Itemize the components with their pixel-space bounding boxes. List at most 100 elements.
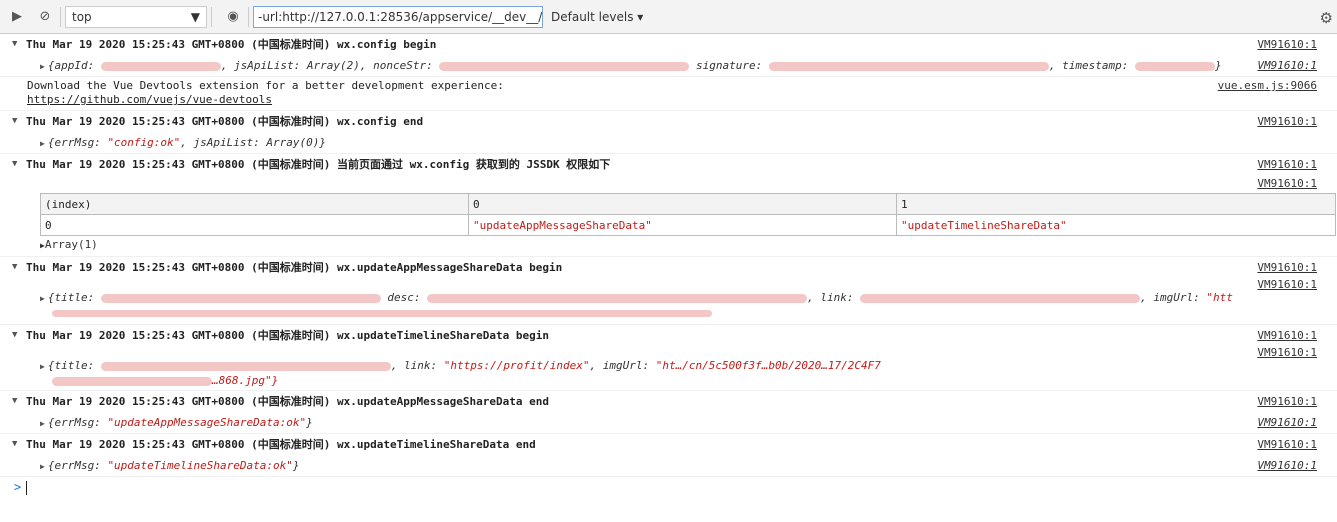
object-key: {title:	[47, 359, 101, 372]
object-preview: }	[292, 459, 300, 472]
source-link[interactable]: vue.esm.js:9066	[1218, 79, 1317, 93]
log-group-header[interactable]: ▼ Thu Mar 19 2020 15:25:43 GMT+0800 (中国标准…	[12, 325, 1337, 346]
redacted	[100, 61, 221, 71]
log-text: wx.config end	[337, 115, 424, 128]
log-group-header[interactable]: ▼ Thu Mar 19 2020 15:25:43 GMT+0800 (中国标准…	[12, 154, 1337, 175]
redacted	[100, 361, 391, 371]
object-value: "updateAppMessageShareData:ok"	[107, 416, 307, 429]
expand-icon[interactable]: ▶	[40, 419, 45, 428]
collapse-icon[interactable]: ▼	[12, 111, 26, 132]
levels-dropdown[interactable]: Default levels ▾	[551, 10, 643, 24]
log-object[interactable]: ▶ {title: desc: , link: , imgUrl: "htt	[12, 290, 1337, 306]
source-link[interactable]: VM91610:1	[1257, 177, 1317, 190]
log-timestamp: Thu Mar 19 2020 15:25:43 GMT+0800 (中国标准时…	[26, 395, 331, 408]
log-group-header[interactable]: ▼ Thu Mar 19 2020 15:25:43 GMT+0800 (中国标准…	[12, 434, 1337, 455]
object-key: desc:	[380, 291, 428, 304]
vue-devtools-link[interactable]: https://github.com/vuejs/vue-devtools	[27, 93, 1337, 107]
source-link[interactable]: VM91610:1	[1257, 55, 1317, 76]
redacted	[860, 293, 1141, 303]
table-row: 0 "updateAppMessageShareData" "updateTim…	[40, 214, 1336, 236]
log-object[interactable]: ▶ {errMsg: "config:ok", jsApiList: Array(…	[12, 132, 1337, 153]
object-key: {title:	[47, 291, 101, 304]
object-key: , link:	[807, 291, 861, 304]
redacted	[100, 293, 381, 303]
log-message: ▼ Thu Mar 19 2020 15:25:43 GMT+0800 (中国标准…	[0, 34, 1337, 77]
source-link[interactable]: VM91610:1	[1257, 434, 1317, 455]
log-message: ▼ Thu Mar 19 2020 15:25:43 GMT+0800 (中国标准…	[0, 111, 1337, 154]
object-key: , imgUrl:	[1140, 291, 1207, 304]
array-label: Array(1)	[44, 238, 98, 251]
log-timestamp: Thu Mar 19 2020 15:25:43 GMT+0800 (中国标准时…	[26, 115, 331, 128]
source-link[interactable]: VM91610:1	[1257, 391, 1317, 412]
filter-input[interactable]: -url:http://127.0.0.1:28536/appservice/_…	[253, 5, 543, 28]
table-cell: 0	[40, 214, 469, 236]
expand-icon[interactable]: ▶	[40, 62, 45, 71]
collapse-icon[interactable]: ▼	[12, 154, 26, 175]
object-preview: }	[1214, 59, 1222, 72]
chevron-down-icon: ▼	[190, 9, 200, 24]
table-cell: "updateTimelineShareData"	[896, 214, 1336, 236]
redacted	[52, 376, 212, 386]
console-log: ▼ Thu Mar 19 2020 15:25:43 GMT+0800 (中国标准…	[0, 34, 1337, 499]
log-group-header[interactable]: ▼ Thu Mar 19 2020 15:25:43 GMT+0800 (中国标准…	[12, 257, 1337, 278]
object-value: …868.jpg"}	[212, 374, 279, 387]
log-message: ▼ Thu Mar 19 2020 15:25:43 GMT+0800 (中国标准…	[0, 325, 1337, 391]
sidebar-icon[interactable]: ▶	[6, 6, 28, 28]
log-timestamp: Thu Mar 19 2020 15:25:43 GMT+0800 (中国标准时…	[26, 158, 331, 171]
log-message: ▼ Thu Mar 19 2020 15:25:43 GMT+0800 (中国标准…	[0, 154, 1337, 257]
log-group-header[interactable]: ▼ Thu Mar 19 2020 15:25:43 GMT+0800 (中国标准…	[12, 111, 1337, 132]
log-message: Download the Vue Devtools extension for …	[0, 77, 1337, 111]
collapse-icon[interactable]: ▼	[12, 257, 26, 278]
expand-icon[interactable]: ▶	[40, 139, 45, 148]
object-source-row: VM91610:1	[12, 346, 1337, 359]
log-object[interactable]: ▶ {appId: , jsApiList: Array(2), nonceStr…	[12, 55, 1337, 76]
clear-icon[interactable]: ⊘	[34, 6, 56, 28]
toolbar-divider	[248, 6, 249, 27]
context-select[interactable]: top ▼	[65, 5, 207, 28]
console-prompt[interactable]: >	[0, 477, 1337, 499]
log-text: wx.updateAppMessageShareData begin	[337, 261, 563, 274]
log-text: wx.updateAppMessageShareData end	[337, 395, 549, 408]
collapse-icon[interactable]: ▼	[12, 325, 26, 346]
table-header[interactable]: (index)	[40, 193, 469, 215]
object-preview: , jsApiList: Array(2), nonceStr:	[220, 59, 440, 72]
source-link[interactable]: VM91610:1	[1257, 325, 1317, 346]
toolbar-divider	[60, 6, 61, 27]
table-header[interactable]: 0	[468, 193, 897, 215]
eye-icon[interactable]: ◉	[222, 6, 244, 28]
log-group-header[interactable]: ▼ Thu Mar 19 2020 15:25:43 GMT+0800 (中国标准…	[12, 34, 1337, 55]
source-link[interactable]: VM91610:1	[1257, 455, 1317, 476]
object-key: {errMsg:	[47, 136, 108, 149]
object-source-row: VM91610:1	[12, 278, 1337, 291]
source-link[interactable]: VM91610:1	[1257, 412, 1317, 433]
collapse-icon[interactable]: ▼	[12, 391, 26, 412]
source-link[interactable]: VM91610:1	[1257, 154, 1317, 175]
log-text: 当前页面通过 wx.config 获取到的 JSSDK 权限如下	[337, 158, 611, 171]
object-key: , imgUrl:	[589, 359, 656, 372]
expand-icon[interactable]: ▶	[40, 462, 45, 471]
object-value: "updateTimelineShareData:ok"	[107, 459, 293, 472]
console-table: (index) 0 1 0 "updateAppMessageShareData…	[40, 193, 1336, 236]
collapse-icon[interactable]: ▼	[12, 34, 26, 55]
log-object[interactable]: ▶ {errMsg: "updateAppMessageShareData:ok"…	[12, 412, 1337, 433]
expand-icon[interactable]: ▶	[40, 294, 45, 303]
collapse-icon[interactable]: ▼	[12, 434, 26, 455]
object-preview: , timestamp:	[1048, 59, 1135, 72]
expand-icon[interactable]: ▶	[40, 362, 45, 371]
log-group-header[interactable]: ▼ Thu Mar 19 2020 15:25:43 GMT+0800 (中国标准…	[12, 391, 1337, 412]
table-source-row: VM91610:1	[12, 175, 1337, 193]
log-object[interactable]: ▶ {errMsg: "updateTimelineShareData:ok"} V…	[12, 455, 1337, 476]
settings-icon[interactable]: ⚙	[1320, 9, 1333, 27]
prompt-caret-icon: >	[14, 480, 22, 494]
object-value: "https://profit/index"	[443, 359, 590, 372]
table-header[interactable]: 1	[896, 193, 1336, 215]
log-text: wx.updateTimelineShareData begin	[337, 329, 549, 342]
object-value: "htt	[1206, 291, 1233, 304]
log-object[interactable]: ▶ {title: , link: "https://profit/index",…	[12, 358, 1337, 374]
text-cursor	[26, 481, 27, 495]
source-link[interactable]: VM91610:1	[1257, 257, 1317, 278]
source-link[interactable]: VM91610:1	[1257, 34, 1317, 55]
source-link[interactable]: VM91610:1	[1257, 111, 1317, 132]
array-preview[interactable]: ▶Array(1)	[12, 236, 1337, 254]
object-key: {errMsg:	[47, 459, 108, 472]
